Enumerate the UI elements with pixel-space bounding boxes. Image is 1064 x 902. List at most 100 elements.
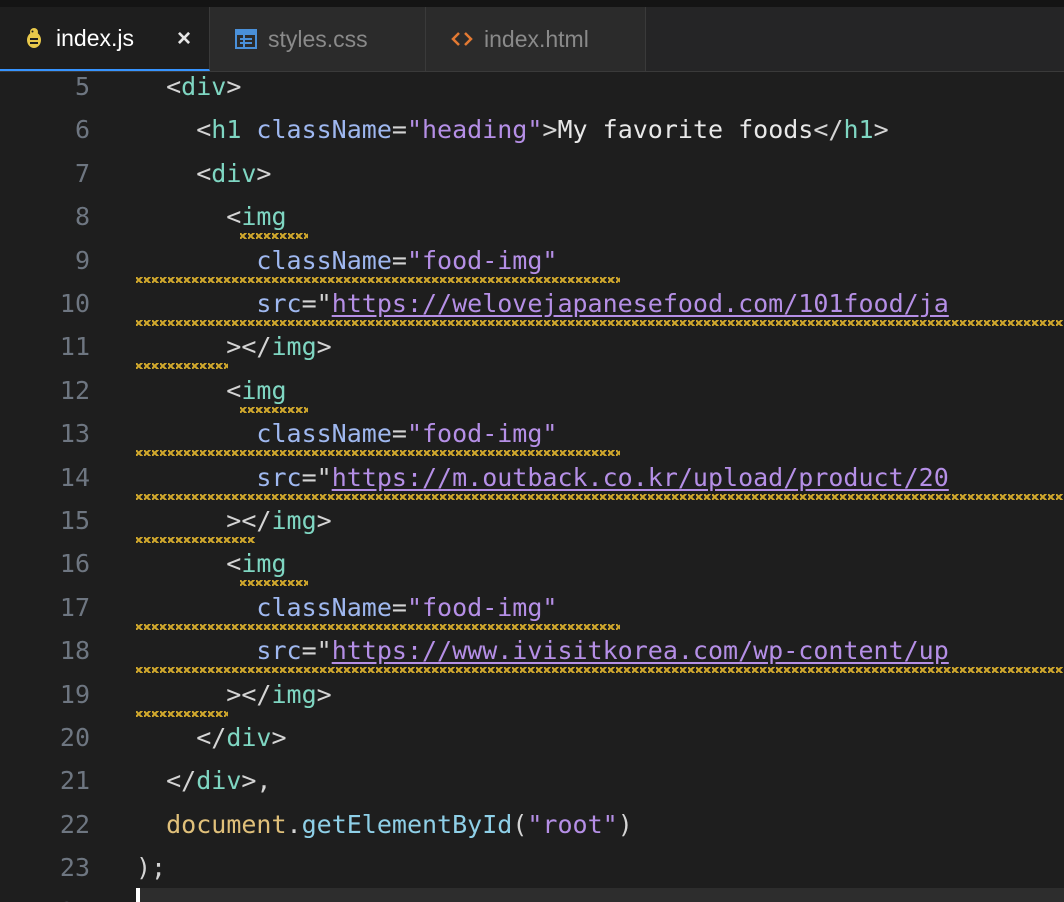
code-line: 22 document.getElementById("root") [0, 810, 1064, 854]
code-text: className="food-img" [136, 246, 557, 276]
code-text: ></img> [136, 332, 331, 362]
line-number: 23 [59, 853, 90, 883]
code-token: < [136, 158, 212, 188]
code-token: "food-img" [406, 592, 558, 622]
code-line: 11 ></img> [0, 332, 1064, 376]
tab-label: index.html [484, 25, 589, 52]
code-token: "food-img" [406, 245, 558, 275]
code-token: = [391, 245, 407, 275]
warning-squiggle [240, 406, 308, 413]
code-text: ></img> [136, 506, 332, 536]
code-line: 16 <img [0, 549, 1064, 593]
code-token: ></ [136, 332, 272, 362]
code-token: img [271, 506, 317, 535]
code-token: img [271, 679, 317, 709]
code-token: =" [301, 462, 332, 492]
close-icon[interactable]: × [177, 25, 191, 53]
code-token[interactable]: https://m.outback.co.kr/upload/product/2… [332, 463, 949, 492]
code-text: src="https://m.outback.co.kr/upload/prod… [136, 462, 949, 493]
code-token: img [271, 332, 317, 362]
code-text: </div>, [136, 766, 271, 796]
line-number: 22 [59, 809, 90, 839]
code-token: src [256, 636, 302, 666]
code-token: > [271, 723, 287, 752]
line-number: 5 [74, 72, 90, 101]
line-number: 14 [59, 462, 90, 492]
code-editor[interactable]: 5 <div> 6 <h1 className="heading">My favo… [0, 72, 1064, 902]
code-line: 9 className="food-img" [0, 246, 1064, 290]
code-line: 13 className="food-img" [0, 419, 1064, 463]
code-token: className [256, 115, 392, 145]
line-number: 9 [74, 245, 90, 275]
warning-squiggle [136, 450, 620, 457]
code-line: 6 <h1 className="heading">My favorite fo… [0, 115, 1064, 159]
code-token: ( [512, 809, 528, 839]
line-number: 6 [74, 115, 90, 145]
code-token: ); [136, 853, 167, 883]
code-token: img [241, 549, 287, 579]
code-text: className="food-img" [136, 419, 557, 449]
code-token: My favorite foods [557, 115, 814, 145]
line-number: 19 [59, 679, 90, 709]
code-token: = [391, 419, 407, 449]
tab-index-html[interactable]: index.html [426, 7, 646, 71]
code-token: =" [301, 289, 332, 318]
code-token: document [166, 809, 287, 839]
code-line: 15 ></img> [0, 506, 1064, 550]
code-line: 5 <div> [0, 72, 1064, 116]
html-file-icon [450, 27, 474, 51]
editor-tab-bar: index.js × styles.css index.html [0, 7, 1064, 72]
code-token: div [211, 158, 257, 188]
warning-squiggle [136, 667, 1064, 674]
code-token: getElementById [301, 809, 513, 839]
code-token: ></ [136, 679, 272, 709]
code-line: 21 </div>, [0, 766, 1064, 810]
code-token: > [256, 158, 272, 188]
code-token: h1 [211, 115, 257, 145]
tab-styles-css[interactable]: styles.css [210, 7, 426, 71]
line-number: 17 [59, 592, 90, 622]
code-line: 14 src="https://m.outback.co.kr/upload/p… [0, 463, 1064, 507]
code-token: < [166, 72, 182, 101]
code-token: > [316, 506, 332, 535]
code-text: src="https://welovejapanesefood.com/101f… [136, 289, 949, 319]
code-token: > [542, 115, 558, 145]
warning-squiggle [136, 276, 620, 283]
code-text: </div> [136, 723, 287, 753]
line-number: 20 [59, 723, 90, 752]
line-number: 10 [59, 289, 90, 318]
line-number: 18 [59, 636, 90, 666]
code-token: div [196, 766, 242, 796]
code-token: < [136, 115, 212, 145]
code-text: src="https://www.ivisitkorea.com/wp-cont… [136, 636, 949, 666]
code-line: 12 <img [0, 376, 1064, 420]
warning-squiggle [240, 233, 308, 240]
code-token: > [226, 72, 242, 101]
code-token: = [391, 115, 407, 145]
line-number: 16 [59, 549, 90, 579]
code-token[interactable]: https://welovejapanesefood.com/101food/j… [332, 289, 949, 318]
warning-squiggle [136, 320, 1064, 326]
code-token: src [256, 289, 302, 318]
line-number: 13 [59, 419, 90, 449]
line-number: 7 [74, 158, 90, 188]
line-number: 24 [0, 897, 90, 902]
code-token: < [136, 202, 242, 232]
code-token: "food-img" [406, 419, 558, 449]
tab-index-js[interactable]: index.js × [0, 7, 210, 71]
warning-squiggle [136, 493, 1064, 500]
code-text: <img [136, 202, 286, 232]
code-token: div [226, 723, 272, 752]
code-line: 7 <div> [0, 159, 1064, 203]
line-number: 15 [59, 506, 90, 535]
code-token[interactable]: https://www.ivisitkorea.com/wp-content/u… [332, 636, 949, 665]
js-file-icon [22, 26, 46, 50]
code-text: <img [136, 549, 287, 579]
code-text: ></img> [136, 679, 331, 710]
